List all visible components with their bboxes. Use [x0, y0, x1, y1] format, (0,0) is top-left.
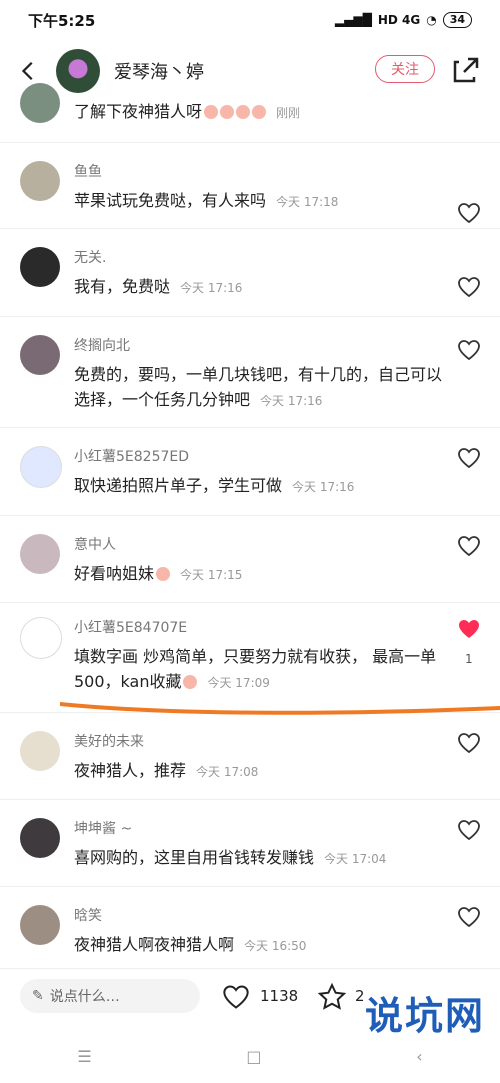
comment-author[interactable]: 美好的未来 [74, 731, 144, 751]
heart-icon[interactable] [457, 534, 481, 558]
comment-row[interactable]: 晗笑 夜神猎人啊夜神猎人啊 今天 16:50 [0, 887, 500, 974]
comment-time: 刚刚 [276, 106, 301, 120]
comment-input-placeholder: 说点什么… [49, 989, 120, 1005]
avatar[interactable] [20, 617, 62, 659]
comment-input[interactable]: ✎ 说点什么… [20, 979, 200, 1013]
wifi-icon: ◔ [426, 13, 437, 27]
heart-icon[interactable] [457, 731, 481, 755]
avatar[interactable] [20, 905, 60, 945]
comment-text-content: 夜神猎人啊夜神猎人啊 [74, 935, 235, 954]
pig-emoji-icon [252, 105, 267, 119]
comment-author[interactable]: 鱼鱼 [74, 161, 102, 181]
comment-author[interactable]: 小红薯5E8257ED [74, 446, 189, 466]
comment-text: 取快递拍照片单子，学生可做 今天 17:16 [74, 473, 444, 500]
avatar[interactable] [20, 247, 60, 287]
follow-button[interactable]: 关注 [375, 55, 435, 83]
star-total: 2 [355, 987, 365, 1005]
pig-emoji-icon [156, 567, 171, 581]
comment-text-content: 苹果试玩免费哒，有人来吗 [74, 191, 267, 210]
battery-indicator: 34 [442, 12, 472, 28]
avatar[interactable] [20, 731, 60, 771]
heart-icon[interactable] [220, 983, 252, 1011]
comment-text: 我有，免费哒 今天 17:16 [74, 274, 444, 301]
heart-icon[interactable] [457, 446, 481, 470]
comment-time: 今天 17:18 [276, 195, 339, 209]
star-icon[interactable] [317, 982, 347, 1012]
comment-text-content: 取快递拍照片单子，学生可做 [74, 476, 283, 495]
orange-annotation-line [60, 702, 500, 715]
comment-author[interactable]: 无关. [74, 247, 106, 267]
header: 爱琴海丶婷 关注 [0, 40, 500, 102]
comment-text-content: 夜神猎人，推荐 [74, 761, 187, 780]
menu-icon[interactable]: ☰ [77, 1047, 91, 1066]
comment-time: 今天 17:16 [292, 480, 355, 494]
comment-text: 填数字画 炒鸡简单，只要努力就有收获， 最高一单500，kan收藏 今天 17:0… [74, 644, 444, 696]
comment-time: 今天 16:50 [244, 939, 307, 953]
heart-icon[interactable] [457, 275, 481, 299]
comment-row[interactable]: 了解下夜神猎人呀 刚刚 [0, 83, 500, 143]
pig-emoji-icon [236, 105, 251, 119]
avatar[interactable] [20, 161, 60, 201]
comment-text: 了解下夜神猎人呀 刚刚 [74, 99, 444, 126]
heart-icon[interactable] [457, 338, 481, 362]
comment-text: 喜网购的，这里自用省钱转发赚钱 今天 17:04 [74, 845, 444, 872]
comment-text-content: 我有，免费哒 [74, 277, 171, 296]
share-icon[interactable] [450, 54, 482, 86]
avatar[interactable] [20, 335, 60, 375]
pig-emoji-icon [183, 675, 198, 689]
chevron-left-icon [21, 61, 33, 81]
avatar[interactable] [56, 49, 100, 93]
comment-author[interactable]: 意中人 [74, 534, 116, 554]
back-icon[interactable]: ‹ [416, 1047, 422, 1066]
status-time: 下午5:25 [28, 11, 96, 30]
pig-emoji-icon [204, 105, 219, 119]
pig-emoji-icon [220, 105, 235, 119]
comment-time: 今天 17:15 [180, 568, 243, 582]
comment-time: 今天 17:09 [207, 676, 270, 690]
heart-filled-icon[interactable] [457, 617, 481, 641]
comment-row[interactable]: 小红薯5E8257ED 取快递拍照片单子，学生可做 今天 17:16 [0, 428, 500, 516]
comment-row[interactable]: 意中人 好看呐姐妹 今天 17:15 [0, 516, 500, 603]
heart-icon[interactable] [457, 818, 481, 842]
comment-author[interactable]: 坤坤酱 ~ [74, 818, 132, 838]
pencil-icon: ✎ [32, 988, 44, 1004]
comment-row[interactable]: 无关. 我有，免费哒 今天 17:16 [0, 229, 500, 317]
avatar[interactable] [20, 446, 62, 488]
network-label: HD 4G [377, 13, 421, 27]
heart-icon[interactable] [457, 201, 481, 225]
like-total: 1138 [260, 987, 299, 1005]
comment-time: 今天 17:16 [260, 394, 323, 408]
comment-text: 苹果试玩免费哒，有人来吗 今天 17:18 [74, 188, 444, 215]
comment-row[interactable]: 鱼鱼 苹果试玩免费哒，有人来吗 今天 17:18 [0, 143, 500, 229]
status-icons: ▂▄▆█ HD 4G ◔ 34 [335, 12, 472, 28]
like-count: 1 [465, 652, 473, 666]
comment-text: 夜神猎人啊夜神猎人啊 今天 16:50 [74, 932, 444, 959]
comment-text-content: 了解下夜神猎人呀 [74, 102, 203, 121]
avatar[interactable] [20, 534, 60, 574]
comment-row[interactable]: 美好的未来 夜神猎人，推荐 今天 17:08 [0, 713, 500, 800]
comment-list: 了解下夜神猎人呀 刚刚 鱼鱼 苹果试玩免费哒，有人来吗 今天 17:18 无关. 我… [0, 83, 500, 974]
comment-time: 今天 17:16 [180, 281, 243, 295]
comment-row[interactable]: 坤坤酱 ~ 喜网购的，这里自用省钱转发赚钱 今天 17:04 [0, 800, 500, 887]
page-title: 爱琴海丶婷 [114, 62, 204, 83]
comment-text-content: 喜网购的，这里自用省钱转发赚钱 [74, 848, 315, 867]
avatar[interactable] [20, 83, 60, 123]
comment-time: 今天 17:04 [324, 852, 387, 866]
comment-text-content: 免费的，要吗，一单几块钱吧，有十几的，自己可以选择，一个任务几分钟吧 [74, 365, 443, 409]
heart-icon[interactable] [457, 905, 481, 929]
status-bar: 下午5:25 ▂▄▆█ HD 4G ◔ 34 [0, 0, 500, 40]
comment-author[interactable]: 晗笑 [74, 905, 102, 925]
comment-text-content: 好看呐姐妹 [74, 564, 155, 583]
comment-text: 夜神猎人，推荐 今天 17:08 [74, 758, 444, 785]
avatar[interactable] [20, 818, 60, 858]
comment-author[interactable]: 终搁向北 [74, 335, 130, 355]
system-nav: ☰ □ ‹ [0, 1030, 500, 1083]
comment-text: 好看呐姐妹 今天 17:15 [74, 561, 444, 588]
comment-author[interactable]: 小红薯5E84707E [74, 617, 187, 637]
comment-time: 今天 17:08 [196, 765, 259, 779]
comment-row[interactable]: 终搁向北 免费的，要吗，一单几块钱吧，有十几的，自己可以选择，一个任务几分钟吧今… [0, 317, 500, 428]
comment-text: 免费的，要吗，一单几块钱吧，有十几的，自己可以选择，一个任务几分钟吧 今天 17:… [74, 362, 444, 414]
signal-icon: ▂▄▆█ [334, 13, 372, 27]
home-icon[interactable]: □ [246, 1047, 261, 1066]
